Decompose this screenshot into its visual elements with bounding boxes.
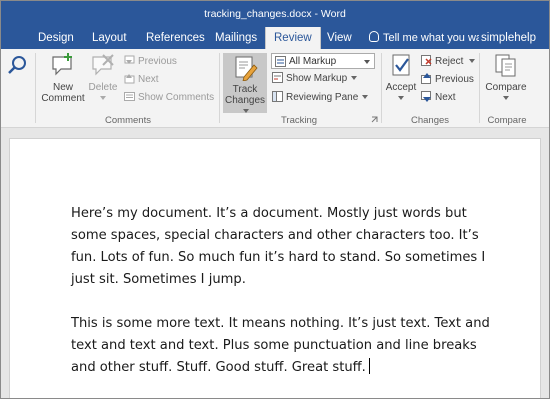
new-comment-icon <box>52 53 72 76</box>
track-changes-label-2-text: Changes <box>224 95 266 106</box>
markup-icon <box>275 56 286 67</box>
delete-comment-button[interactable]: Delete <box>87 53 119 104</box>
document-area: Here’s my document. It’s a document. Mos… <box>1 128 549 398</box>
compare-button[interactable]: Compare <box>481 53 531 104</box>
tab-mailings[interactable]: Mailings <box>207 27 265 49</box>
word-window: tracking_changes.docx - Word Design Layo… <box>0 0 550 399</box>
compare-icon <box>495 54 516 77</box>
reviewing-pane-button[interactable]: Reviewing Pane <box>272 91 369 105</box>
track-changes-label-1: Track <box>232 84 258 95</box>
previous-comment-button[interactable]: Previous <box>124 55 177 69</box>
new-comment-label-2: Comment <box>41 93 85 104</box>
text-cursor <box>368 358 370 374</box>
tell-me-placeholder: Tell me what you wan <box>383 32 479 44</box>
compare-group-label: Compare <box>487 115 527 126</box>
user-account[interactable]: simplehelp <box>481 27 536 49</box>
dialog-launcher-icon[interactable] <box>371 116 378 123</box>
chevron-down-icon <box>362 95 369 99</box>
changes-group-label: Changes <box>410 115 450 126</box>
previous-comment-label: Previous <box>138 56 177 67</box>
document-page[interactable]: Here’s my document. It’s a document. Mos… <box>9 138 541 398</box>
next-change-label: Next <box>435 92 456 103</box>
tell-me-box[interactable]: Tell me what you wan <box>369 27 479 49</box>
reviewing-pane-label: Reviewing Pane <box>286 92 359 103</box>
reject-button[interactable]: Reject <box>421 55 476 69</box>
track-changes-icon <box>235 56 258 82</box>
tab-view[interactable]: View <box>319 27 360 49</box>
tab-references[interactable]: References <box>138 27 213 49</box>
chevron-down-icon <box>503 96 509 100</box>
reject-label: Reject <box>435 56 464 67</box>
display-for-review-value: All Markup <box>289 56 337 67</box>
tracking-group-label: Tracking <box>280 115 318 126</box>
new-comment-button[interactable]: New Comment <box>39 53 87 104</box>
previous-change-button[interactable]: Previous <box>421 73 474 87</box>
new-comment-label-1: New <box>52 82 73 93</box>
track-changes-label-2: Changes <box>223 95 267 117</box>
previous-change-label: Previous <box>435 74 474 85</box>
paragraph-2[interactable]: This is some more text. It means nothing… <box>71 313 501 379</box>
accept-label: Accept <box>385 82 417 93</box>
chevron-down-icon <box>364 60 370 64</box>
previous-comment-icon <box>124 55 135 64</box>
smart-lookup-icon <box>8 56 26 74</box>
show-comments-icon <box>124 92 135 101</box>
previous-change-icon <box>421 73 431 84</box>
chevron-down-icon <box>398 96 404 100</box>
comments-group-label: Comments <box>105 115 151 126</box>
window-title: tracking_changes.docx - Word <box>204 8 346 20</box>
accept-icon <box>392 54 410 76</box>
delete-comment-icon <box>92 54 114 76</box>
separator <box>381 53 382 123</box>
show-markup-button[interactable]: Show Markup <box>272 72 358 86</box>
show-comments-label: Show Comments <box>138 92 215 103</box>
accept-button[interactable]: Accept <box>383 53 419 104</box>
chevron-down-icon <box>351 76 358 80</box>
chevron-down-icon <box>243 109 249 113</box>
title-bar: tracking_changes.docx - Word Design Layo… <box>1 1 549 49</box>
reject-icon <box>421 55 432 66</box>
next-change-button[interactable]: Next <box>421 91 456 105</box>
show-markup-label: Show Markup <box>286 73 348 84</box>
separator <box>35 53 36 123</box>
lightbulb-icon <box>369 31 379 42</box>
separator <box>219 53 220 123</box>
chevron-down-icon <box>469 59 476 63</box>
next-comment-button[interactable]: Next <box>124 73 159 87</box>
tab-layout[interactable]: Layout <box>84 27 135 49</box>
tab-review[interactable]: Review <box>265 27 321 49</box>
delete-label: Delete <box>88 82 118 93</box>
reviewing-pane-icon <box>272 91 283 102</box>
paragraph-2-text: This is some more text. It means nothing… <box>71 316 490 375</box>
show-comments-button[interactable]: Show Comments <box>124 91 214 105</box>
paragraph-1[interactable]: Here’s my document. It’s a document. Mos… <box>71 203 501 291</box>
tab-design[interactable]: Design <box>30 27 82 49</box>
display-for-review-dropdown[interactable]: All Markup <box>271 53 375 69</box>
compare-label: Compare <box>485 82 527 93</box>
smart-lookup-button[interactable] <box>6 55 28 77</box>
track-changes-button[interactable]: Track Changes <box>223 55 267 117</box>
show-markup-icon <box>272 72 283 83</box>
next-comment-icon <box>124 74 135 84</box>
next-change-icon <box>421 91 431 102</box>
ribbon: New Comment Delete Previous Next Show Co… <box>1 49 549 128</box>
separator <box>479 53 480 123</box>
next-comment-label: Next <box>138 74 159 85</box>
chevron-down-icon <box>100 96 106 100</box>
